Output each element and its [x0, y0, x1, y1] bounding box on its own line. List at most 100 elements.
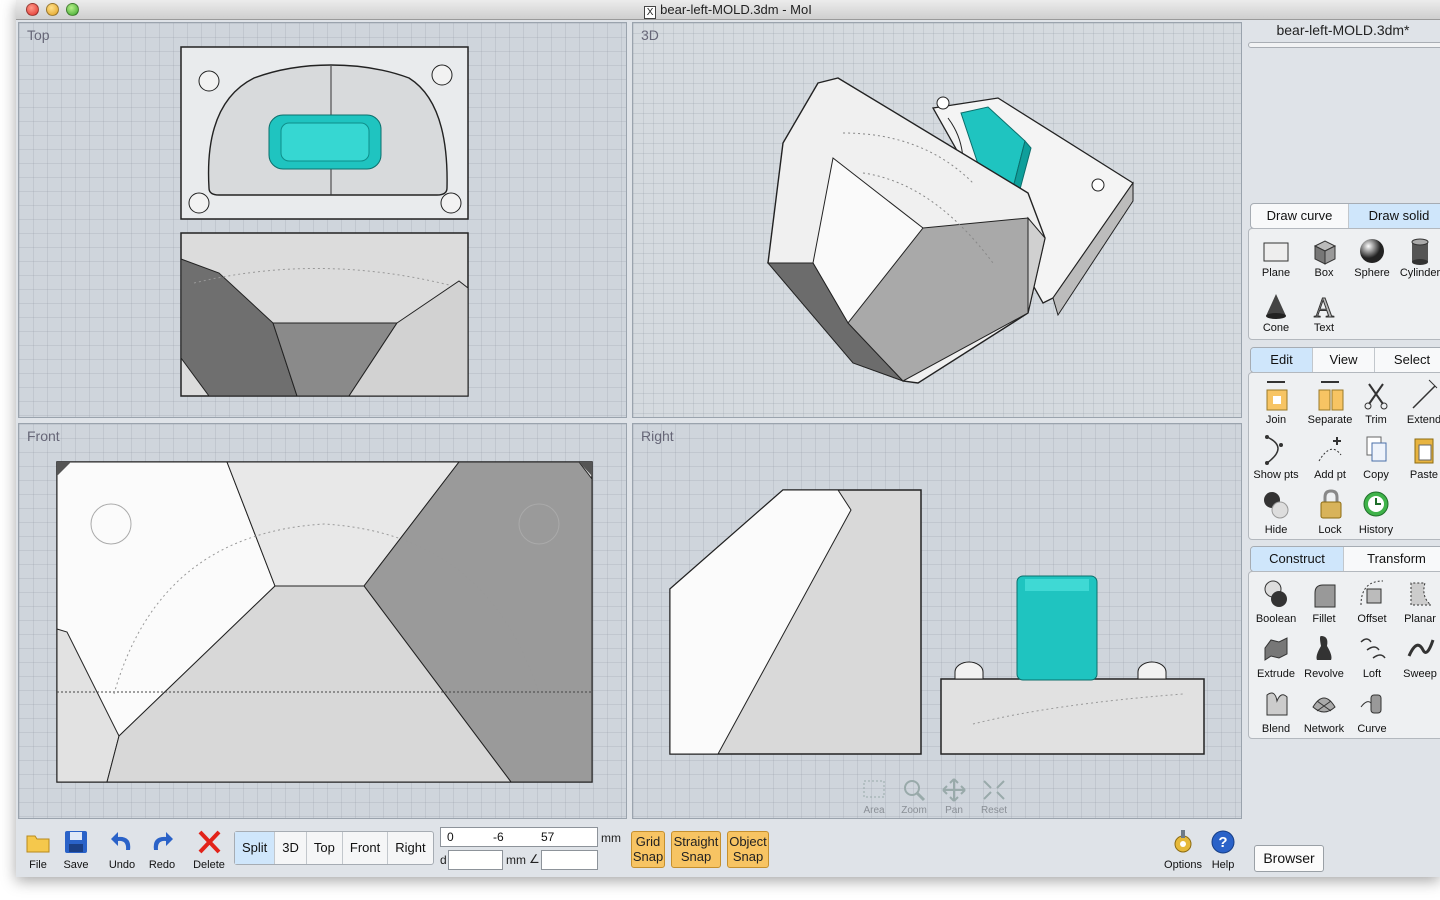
show-points-tool[interactable]: Show pts — [1249, 433, 1303, 481]
viewport-top[interactable]: Top — [18, 22, 627, 418]
copy-icon — [1366, 436, 1387, 462]
text-tool[interactable]: A Text — [1297, 292, 1351, 335]
blend-icon — [1266, 692, 1288, 716]
trim-tool[interactable]: Trim — [1349, 378, 1403, 426]
curve-surface-icon — [1360, 694, 1382, 714]
revolve-label: Revolve — [1304, 668, 1344, 680]
undo-button[interactable]: Undo — [100, 828, 144, 871]
grid-snap-toggle[interactable]: Grid Snap — [631, 831, 665, 868]
curve-tool[interactable]: Curve — [1345, 687, 1399, 735]
redo-arrow-icon — [153, 832, 173, 850]
offset-tool[interactable]: Offset — [1345, 577, 1399, 625]
fillet-icon — [1314, 584, 1336, 608]
view-mode-split[interactable]: Split — [235, 832, 276, 864]
sphere-tool[interactable]: Sphere — [1345, 237, 1399, 279]
tab-edit[interactable]: Edit — [1251, 348, 1313, 372]
object-snap-toggle[interactable]: Object Snap — [727, 831, 769, 868]
extend-label: Extend — [1406, 414, 1440, 426]
object-snap-line2: Snap — [732, 849, 764, 864]
tab-view[interactable]: View — [1313, 348, 1375, 372]
copy-tool[interactable]: Copy — [1349, 433, 1403, 481]
folder-icon — [26, 835, 50, 853]
cone-icon — [1266, 294, 1286, 319]
pan-tool[interactable]: Pan — [939, 777, 969, 816]
network-tool[interactable]: Network — [1297, 687, 1351, 735]
tab-select[interactable]: Select — [1375, 348, 1440, 372]
undo-arrow-icon — [111, 832, 131, 850]
delete-x-icon — [198, 830, 221, 854]
viewport-front[interactable]: Front — [18, 423, 627, 819]
coord-y: -6 — [493, 830, 504, 844]
paste-icon — [1414, 438, 1434, 464]
view-mode-front[interactable]: Front — [343, 832, 389, 864]
viewport-3d-label: 3D — [641, 27, 659, 43]
file-scene-bar[interactable] — [1248, 42, 1440, 48]
blend-label: Blend — [1261, 723, 1291, 735]
sweep-tool[interactable]: Sweep — [1393, 632, 1440, 680]
separate-label: Separate — [1307, 414, 1353, 426]
boolean-label: Boolean — [1255, 613, 1297, 625]
offset-label: Offset — [1357, 613, 1387, 625]
tab-transform[interactable]: Transform — [1344, 547, 1440, 571]
zoom-tool[interactable]: Zoom — [899, 777, 929, 816]
area-zoom-tool[interactable]: Area — [859, 777, 889, 816]
right-view-drawing — [669, 489, 1205, 755]
viewport-3d[interactable]: 3D — [632, 22, 1242, 418]
straight-snap-toggle[interactable]: Straight Snap — [671, 831, 721, 868]
paste-label: Paste — [1409, 469, 1439, 481]
straight-snap-line1: Straight — [673, 834, 719, 849]
tab-draw-solid[interactable]: Draw solid — [1349, 204, 1440, 228]
tab-construct[interactable]: Construct — [1251, 547, 1344, 571]
redo-button[interactable]: Redo — [140, 828, 184, 871]
extend-tool[interactable]: Extend — [1397, 378, 1440, 426]
coordinate-input[interactable]: 0 -6 57 — [440, 827, 598, 847]
blend-tool[interactable]: Blend — [1249, 687, 1303, 735]
planar-tool[interactable]: Planar — [1393, 577, 1440, 625]
fillet-label: Fillet — [1312, 613, 1336, 625]
plane-icon — [1263, 242, 1289, 262]
cone-tool[interactable]: Cone — [1249, 292, 1303, 334]
view-mode-3d[interactable]: 3D — [275, 832, 307, 864]
help-button[interactable]: ? Help — [1200, 828, 1246, 871]
box-icon — [1313, 240, 1337, 265]
coord-unit: mm — [601, 831, 621, 845]
lock-label: Lock — [1318, 524, 1342, 536]
text-label: Text — [1313, 322, 1335, 334]
coord-x: 0 — [447, 830, 454, 844]
sphere-label: Sphere — [1354, 267, 1390, 279]
undo-label: Undo — [108, 859, 136, 871]
extrude-tool[interactable]: Extrude — [1249, 632, 1303, 680]
view-mode-right[interactable]: Right — [388, 832, 432, 864]
paste-tool[interactable]: Paste — [1397, 433, 1440, 481]
box-tool[interactable]: Box — [1297, 237, 1351, 279]
revolve-tool[interactable]: Revolve — [1297, 632, 1351, 680]
tab-draw-curve[interactable]: Draw curve — [1251, 204, 1349, 228]
show-points-label: Show pts — [1253, 469, 1299, 481]
loft-tool[interactable]: Loft — [1345, 632, 1399, 680]
extend-icon — [1412, 379, 1438, 409]
draw-solid-group: Plane Box Sphere Cylinder Cone A Text — [1248, 228, 1440, 340]
view-mode-top[interactable]: Top — [307, 832, 343, 864]
save-label: Save — [63, 859, 89, 871]
plane-tool[interactable]: Plane — [1249, 237, 1303, 279]
distance-input[interactable] — [448, 850, 503, 870]
options-gear-icon — [1174, 830, 1192, 853]
edit-group: Join Separate Trim Extend Show pts Add p… — [1248, 372, 1440, 540]
history-tool[interactable]: History — [1349, 488, 1403, 536]
reset-label: Reset — [980, 805, 1008, 816]
hide-tool[interactable]: Hide — [1249, 488, 1303, 536]
perspective-view-drawing — [766, 77, 1134, 384]
angle-input[interactable] — [541, 850, 598, 870]
cylinder-tool[interactable]: Cylinder — [1393, 237, 1440, 279]
save-button[interactable]: Save — [54, 828, 98, 871]
side-panel: bear-left-MOLD.3dm* Draw curve Draw soli… — [1246, 20, 1440, 877]
delete-button[interactable]: Delete — [187, 828, 231, 871]
viewport-right[interactable]: Right Area Zoom Pan Reset — [632, 423, 1242, 819]
reset-view-tool[interactable]: Reset — [979, 777, 1009, 816]
padlock-icon — [1320, 489, 1342, 519]
distance-unit: mm — [506, 853, 526, 867]
browser-button[interactable]: Browser — [1254, 845, 1324, 872]
boolean-tool[interactable]: Boolean — [1249, 577, 1303, 625]
join-tool[interactable]: Join — [1249, 378, 1303, 426]
fillet-tool[interactable]: Fillet — [1297, 577, 1351, 625]
